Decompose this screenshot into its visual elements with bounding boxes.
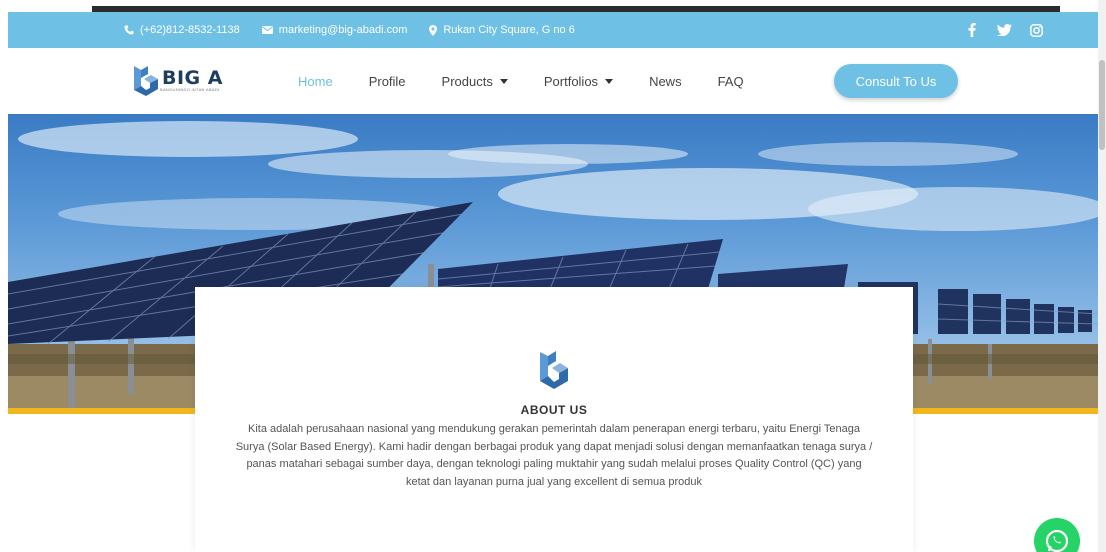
envelope-icon	[261, 26, 273, 34]
phone-contact[interactable]: (+62)812-8532-1138	[124, 24, 240, 36]
big-a-logo-icon	[540, 351, 568, 389]
nav-faq-label: FAQ	[717, 73, 744, 89]
browser-top-strip	[0, 0, 1106, 12]
chevron-down-icon	[499, 79, 508, 84]
email-address: marketing@big-abadi.com	[278, 24, 408, 36]
about-us-title: ABOUT US	[520, 403, 588, 417]
nav-news-label: News	[649, 73, 682, 89]
scrollbar-thumb[interactable]	[1099, 60, 1105, 150]
nav-menu: Home Profile Products Portfolios News FA…	[298, 48, 780, 114]
contact-bar: (+62)812-8532-1138 marketing@big-abadi.c…	[8, 12, 1098, 48]
big-a-logo-icon	[134, 66, 158, 96]
map-marker-icon	[429, 24, 438, 36]
brand-logo[interactable]: BIG A BANGUNINDO INTAN ABADI	[130, 64, 223, 96]
nav-profile[interactable]: Profile	[369, 74, 406, 89]
page: (+62)812-8532-1138 marketing@big-abadi.c…	[0, 0, 1106, 552]
social-links	[963, 12, 1059, 48]
main-navbar: BIG A BANGUNINDO INTAN ABADI Home Profil…	[8, 48, 1098, 114]
instagram-icon[interactable]	[1027, 21, 1045, 39]
facebook-icon[interactable]	[963, 21, 981, 39]
address-text: Rukan City Square, G no 6	[443, 24, 575, 36]
nav-portfolios-label: Portfolios	[543, 73, 599, 89]
phone-icon	[124, 25, 134, 35]
nav-home[interactable]: Home	[298, 74, 333, 89]
nav-profile-label: Profile	[368, 73, 406, 89]
nav-home-label: Home	[298, 73, 333, 89]
whatsapp-icon	[1045, 529, 1069, 552]
twitter-icon[interactable]	[995, 21, 1013, 39]
brand-tagline: BANGUNINDO INTAN ABADI	[160, 86, 220, 92]
nav-news[interactable]: News	[649, 74, 682, 89]
about-us-card: ABOUT US Kita adalah perusahaan nasional…	[195, 287, 913, 552]
nav-products-label: Products	[441, 73, 493, 89]
nav-products[interactable]: Products	[442, 74, 508, 89]
address-contact: Rukan City Square, G no 6	[429, 24, 575, 36]
brand-name: BIG A	[162, 66, 223, 89]
consult-button[interactable]: Consult To Us	[834, 64, 958, 98]
about-us-text: Kita adalah perusahaan nasional yang men…	[235, 423, 873, 488]
nav-faq[interactable]: FAQ	[718, 74, 744, 89]
chevron-down-icon	[605, 79, 614, 84]
phone-number: (+62)812-8532-1138	[140, 24, 240, 36]
whatsapp-button[interactable]	[1034, 518, 1080, 552]
nav-portfolios[interactable]: Portfolios	[543, 73, 614, 89]
email-contact[interactable]: marketing@big-abadi.com	[261, 24, 408, 36]
